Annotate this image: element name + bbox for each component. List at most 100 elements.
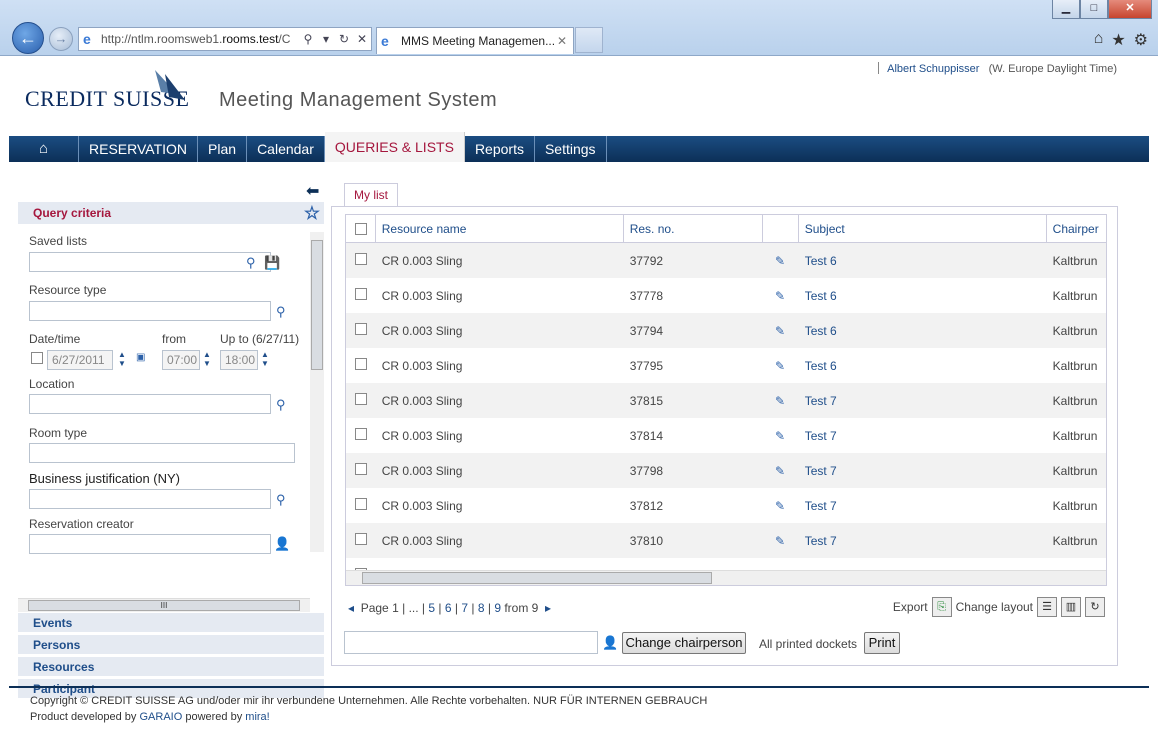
- edit-icon[interactable]: ✎: [775, 464, 785, 478]
- user-link[interactable]: Albert Schuppisser: [887, 63, 979, 75]
- select-all-checkbox[interactable]: [355, 223, 367, 235]
- refresh-icon[interactable]: ↻: [335, 32, 353, 46]
- tab-close-icon[interactable]: ✕: [557, 34, 573, 48]
- grid-horizontal-scrollbar[interactable]: [346, 570, 1106, 585]
- accordion-events[interactable]: Events: [18, 612, 324, 632]
- accordion-persons[interactable]: Persons: [18, 634, 324, 654]
- stop-icon[interactable]: ✕: [353, 32, 371, 46]
- row-checkbox[interactable]: [355, 533, 367, 545]
- page-6[interactable]: 6: [445, 601, 452, 615]
- new-tab-button[interactable]: [575, 27, 603, 53]
- table-row[interactable]: CR 0.003 Sling 37815 ✎ Test 7 Kaltbrun: [346, 383, 1106, 418]
- col-subject[interactable]: Subject: [799, 215, 1047, 242]
- export-excel-icon[interactable]: ⎘: [931, 597, 952, 617]
- garaio-link[interactable]: GARAIO: [139, 711, 182, 723]
- tab-my-list[interactable]: My list: [344, 183, 398, 207]
- table-row[interactable]: CR 0.003 Sling 37792 ✎ Test 6 Kaltbrun: [346, 243, 1106, 278]
- table-row[interactable]: CR 0.003 Sling 37812 ✎ Test 7 Kaltbrun: [346, 488, 1106, 523]
- search-icon[interactable]: ⚲: [276, 304, 286, 320]
- reservation-creator-input[interactable]: [29, 534, 271, 554]
- next-page-icon[interactable]: ▸: [545, 601, 551, 615]
- settings-gear-icon[interactable]: ⚙: [1134, 30, 1148, 50]
- edit-icon[interactable]: ✎: [775, 534, 785, 548]
- upto-time-input[interactable]: 18:00: [220, 350, 258, 370]
- date-input[interactable]: 6/27/2011: [47, 350, 113, 370]
- row-checkbox[interactable]: [355, 288, 367, 300]
- room-type-input[interactable]: [29, 443, 295, 463]
- nav-plan[interactable]: Plan: [198, 136, 248, 162]
- subject-link[interactable]: Test 7: [799, 394, 1047, 408]
- table-row[interactable]: CR 0.003 Sling 37798 ✎ Test 7 Kaltbrun: [346, 453, 1106, 488]
- date-checkbox[interactable]: [31, 352, 43, 364]
- date-spinner-icon[interactable]: ▲ ▼: [118, 350, 126, 368]
- row-checkbox[interactable]: [355, 498, 367, 510]
- saved-lists-input[interactable]: [29, 252, 271, 272]
- home-icon[interactable]: ⌂: [1094, 30, 1104, 50]
- table-row[interactable]: CR 0.003 Sling 37810 ✎ Test 7 Kaltbrun: [346, 523, 1106, 558]
- nav-reports[interactable]: Reports: [465, 136, 535, 162]
- search-icon[interactable]: ⚲: [276, 492, 286, 508]
- favorites-star-icon[interactable]: ★: [1111, 30, 1125, 50]
- nav-home[interactable]: ⌂: [9, 136, 79, 162]
- vertical-scrollbar[interactable]: [310, 232, 324, 552]
- subject-link[interactable]: Test 7: [799, 429, 1047, 443]
- nav-reservation[interactable]: RESERVATION: [79, 136, 199, 162]
- business-justification-input[interactable]: [29, 489, 271, 509]
- minimize-icon[interactable]: ▁: [1052, 0, 1080, 19]
- subject-link[interactable]: Test 6: [799, 359, 1047, 373]
- edit-icon[interactable]: ✎: [775, 394, 785, 408]
- subject-link[interactable]: Test 6: [799, 254, 1047, 268]
- row-checkbox[interactable]: [355, 393, 367, 405]
- page-9[interactable]: 9: [494, 601, 501, 615]
- from-time-input[interactable]: 07:00: [162, 350, 200, 370]
- edit-icon[interactable]: ✎: [775, 359, 785, 373]
- page-8[interactable]: 8: [478, 601, 485, 615]
- save-icon[interactable]: 💾: [264, 255, 280, 271]
- resource-type-input[interactable]: [29, 301, 271, 321]
- nav-queries-lists[interactable]: QUERIES & LISTS: [324, 132, 465, 162]
- col-res-no[interactable]: Res. no.: [624, 215, 764, 242]
- table-row[interactable]: CR 0.003 Sling 37814 ✎ Test 7 Kaltbrun: [346, 418, 1106, 453]
- subject-link[interactable]: Test 6: [799, 324, 1047, 338]
- nav-calendar[interactable]: Calendar: [247, 136, 325, 162]
- row-checkbox[interactable]: [355, 253, 367, 265]
- col-resource-name[interactable]: Resource name: [376, 215, 624, 242]
- prev-page-icon[interactable]: ◂: [348, 601, 354, 615]
- page-5[interactable]: 5: [428, 601, 435, 615]
- table-row[interactable]: CR 0.003 Sling 37794 ✎ Test 6 Kaltbrun: [346, 313, 1106, 348]
- search-icon[interactable]: ⚲: [299, 32, 317, 46]
- person-picker-icon[interactable]: 👤: [274, 536, 290, 552]
- maximize-icon[interactable]: □: [1080, 0, 1108, 19]
- forward-arrow-icon[interactable]: →: [49, 27, 73, 51]
- table-row[interactable]: CR 0.003 Sling 37778 ✎ Test 6 Kaltbrun: [346, 278, 1106, 313]
- search-icon[interactable]: ⚲: [246, 255, 256, 271]
- refresh-icon[interactable]: ↻: [1085, 597, 1105, 617]
- search-icon[interactable]: ⚲: [276, 397, 286, 413]
- collapse-arrow-icon[interactable]: ⬅: [306, 181, 319, 201]
- subject-link[interactable]: Test 6: [799, 289, 1047, 303]
- person-picker-icon[interactable]: 👤: [602, 635, 618, 651]
- row-checkbox[interactable]: [355, 428, 367, 440]
- page-7[interactable]: 7: [461, 601, 468, 615]
- edit-icon[interactable]: ✎: [775, 429, 785, 443]
- upto-spinner-icon[interactable]: ▲ ▼: [261, 350, 269, 368]
- subject-link[interactable]: Test 7: [799, 534, 1047, 548]
- row-checkbox[interactable]: [355, 323, 367, 335]
- row-checkbox[interactable]: [355, 358, 367, 370]
- col-chairperson[interactable]: Chairper: [1047, 215, 1106, 242]
- list-layout-icon[interactable]: ☰: [1037, 597, 1057, 617]
- subject-link[interactable]: Test 7: [799, 464, 1047, 478]
- edit-icon[interactable]: ✎: [775, 289, 785, 303]
- edit-icon[interactable]: ✎: [775, 254, 785, 268]
- edit-icon[interactable]: ✎: [775, 499, 785, 513]
- back-arrow-icon[interactable]: ←: [12, 22, 44, 54]
- calendar-icon[interactable]: ▣: [136, 352, 145, 363]
- columns-layout-icon[interactable]: ▥: [1061, 597, 1081, 617]
- location-input[interactable]: [29, 394, 271, 414]
- chairperson-input[interactable]: [344, 631, 598, 654]
- table-row[interactable]: CR 0.003 Sling 37795 ✎ Test 6 Kaltbrun: [346, 348, 1106, 383]
- browser-tab[interactable]: e MMS Meeting Managemen... ✕: [376, 27, 574, 54]
- subject-link[interactable]: Test 7: [799, 499, 1047, 513]
- nav-settings[interactable]: Settings: [535, 136, 607, 162]
- change-chairperson-button[interactable]: Change chairperson: [622, 632, 746, 654]
